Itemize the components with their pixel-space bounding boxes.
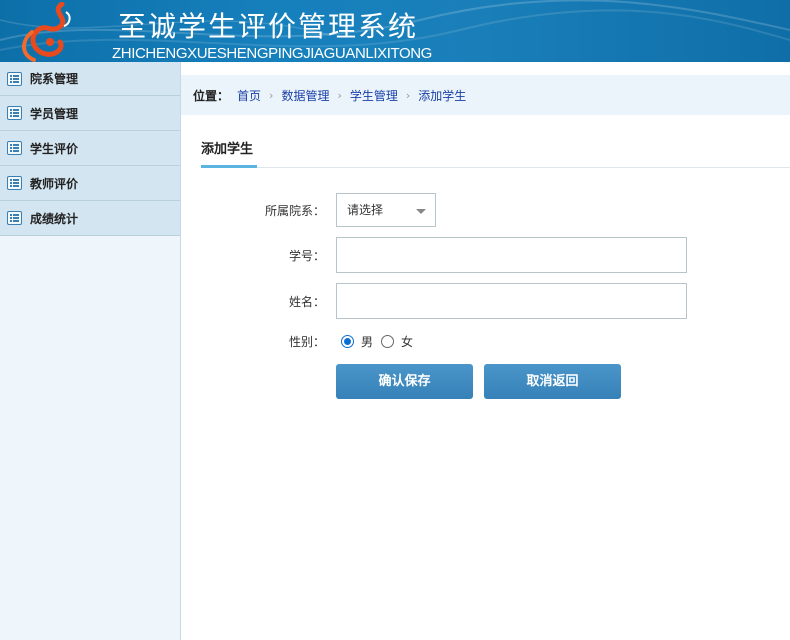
sidebar-item-label: 教师评价 [30,176,79,191]
cancel-button[interactable]: 取消返回 [484,364,621,399]
list-icon [7,141,22,155]
gender-male-radio[interactable] [341,335,354,348]
sidebar: 院系管理 学员管理 学生评价 教师评价 成绩统计 [0,62,181,640]
chevron-right-icon: › [405,88,411,102]
flame-logo-icon [22,2,71,62]
section-title: 添加学生 [201,142,254,157]
sidebar-item-label: 院系管理 [30,72,79,86]
chevron-right-icon: › [269,88,274,102]
sidebar-item-label: 学员管理 [30,106,79,121]
list-icon [7,106,22,120]
section-divider [201,167,790,168]
sidebar-item-grade-statistics[interactable]: 成绩统计 [0,201,180,236]
breadcrumb-student-management-link[interactable]: 学生管理 [350,87,398,104]
sidebar-item-students[interactable]: 学员管理 [0,96,180,131]
sidebar-item-label: 成绩统计 [30,211,79,226]
chevron-down-icon [416,209,426,214]
breadcrumb-home-link[interactable]: 首页 [237,87,261,104]
breadcrumb-prefix: 位置： [193,88,230,103]
breadcrumb-data-management-link[interactable]: 数据管理 [281,87,329,104]
list-icon [7,176,22,190]
list-icon [7,211,22,225]
app-header: 至诚学生评价管理系统 ZHICHENGXUESHENGPINGJIAGUANLI… [0,0,790,62]
app-title: 至诚学生评价管理系统 [118,10,419,43]
sidebar-item-label: 学生评价 [30,141,79,156]
section-title-underline [201,165,257,168]
gender-female-label: 女 [401,335,414,349]
department-label: 所属院系： [264,204,325,218]
gender-male-label: 男 [361,335,374,349]
breadcrumb-add-student-link[interactable]: 添加学生 [418,87,466,104]
name-label: 姓名： [288,295,325,309]
department-select-value: 请选择 [347,203,384,217]
department-select[interactable]: 请选择 [336,193,436,227]
breadcrumb: 位置： 首页 › 数据管理 › 学生管理 › 添加学生 [181,75,790,115]
app-subtitle: ZHICHENGXUESHENGPINGJIAGUANLIXITONG [112,45,432,62]
gender-radio-group: 男 女 [341,333,421,350]
chevron-right-icon: › [337,88,342,102]
sidebar-item-teacher-evaluation[interactable]: 教师评价 [0,166,180,201]
save-button[interactable]: 确认保存 [336,364,473,399]
sidebar-item-department[interactable]: 院系管理 [0,62,180,96]
gender-label: 性别： [288,335,325,349]
name-input[interactable] [336,283,687,319]
list-icon [7,71,22,86]
student-no-input[interactable] [336,237,687,273]
gender-female-radio[interactable] [381,335,395,348]
sidebar-item-student-evaluation[interactable]: 学生评价 [0,131,180,166]
student-no-label: 学号： [288,249,325,263]
